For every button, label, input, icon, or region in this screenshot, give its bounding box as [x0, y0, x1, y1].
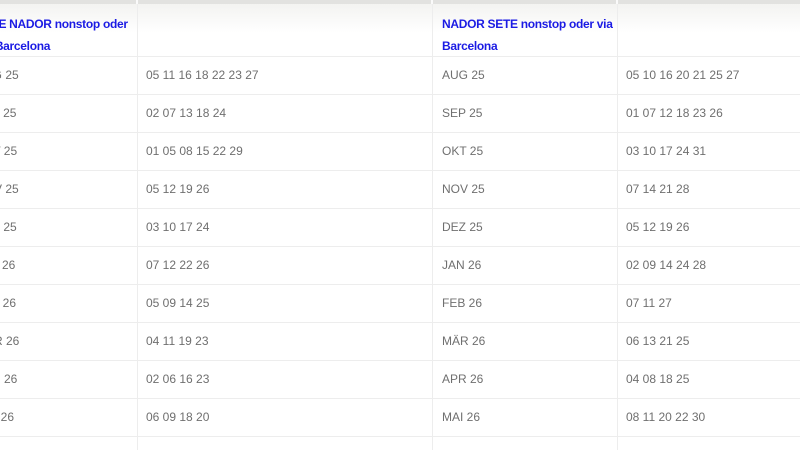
month-cell: SEP 25 [0, 95, 138, 132]
dates-cell: 02 06 16 23 [138, 361, 433, 398]
schedule-row: OKT 2501 05 08 15 22 29OKT 2503 10 17 24… [0, 133, 800, 171]
schedule-row: SEP 2502 07 13 18 24SEP 2501 07 12 18 23… [0, 95, 800, 133]
empty-cell [618, 437, 800, 450]
empty-header-cell [618, 4, 800, 56]
month-cell: MAI 26 [433, 399, 618, 436]
dates-cell: 01 05 08 15 22 29 [138, 133, 433, 170]
schedule-row: NOV 2505 12 19 26NOV 2507 14 21 28 [0, 171, 800, 209]
dates-cell: 06 09 18 20 [138, 399, 433, 436]
empty-cell [0, 437, 138, 450]
month-cell: JAN 26 [0, 247, 138, 284]
dates-cell: 08 11 20 22 30 [618, 399, 800, 436]
dates-cell: 05 10 16 20 21 25 27 [618, 57, 800, 94]
dates-cell: 04 08 18 25 [618, 361, 800, 398]
month-cell: SEP 25 [433, 95, 618, 132]
schedule-row: MÄR 2604 11 19 23MÄR 2606 13 21 25 [0, 323, 800, 361]
schedule-row: AUG 2505 11 16 18 22 23 27AUG 2505 10 16… [0, 57, 800, 95]
month-cell: DEZ 25 [433, 209, 618, 246]
dates-cell: 06 13 21 25 [618, 323, 800, 360]
month-cell: FEB 26 [433, 285, 618, 322]
month-cell: MÄR 26 [433, 323, 618, 360]
table-header-row: SETE NADOR nonstop oder via Barcelona NA… [0, 4, 800, 57]
schedule-row: FEB 2605 09 14 25FEB 2607 11 27 [0, 285, 800, 323]
schedule-row: APR 2602 06 16 23APR 2604 08 18 25 [0, 361, 800, 399]
dates-cell: 01 07 12 18 23 26 [618, 95, 800, 132]
route-title-nador-sete[interactable]: NADOR SETE nonstop oder via Barcelona [433, 4, 618, 56]
empty-cell [138, 437, 433, 450]
dates-cell: 07 14 21 28 [618, 171, 800, 208]
dates-cell: 07 11 27 [618, 285, 800, 322]
dates-cell: 02 07 13 18 24 [138, 95, 433, 132]
dates-cell: 07 12 22 26 [138, 247, 433, 284]
month-cell: NOV 25 [0, 171, 138, 208]
month-cell: OKT 25 [433, 133, 618, 170]
month-cell: OKT 25 [0, 133, 138, 170]
month-cell: DEZ 25 [0, 209, 138, 246]
schedule-rows: AUG 2505 11 16 18 22 23 27AUG 2505 10 16… [0, 57, 800, 437]
month-cell: APR 26 [0, 361, 138, 398]
month-cell: APR 26 [433, 361, 618, 398]
route-title-sete-nador[interactable]: SETE NADOR nonstop oder via Barcelona [0, 4, 138, 56]
dates-cell: 05 11 16 18 22 23 27 [138, 57, 433, 94]
month-cell: JAN 26 [433, 247, 618, 284]
dates-cell: 02 09 14 24 28 [618, 247, 800, 284]
month-cell: FEB 26 [0, 285, 138, 322]
month-cell: MAI 26 [0, 399, 138, 436]
schedule-row: JAN 2607 12 22 26JAN 2602 09 14 24 28 [0, 247, 800, 285]
month-cell: MÄR 26 [0, 323, 138, 360]
month-cell: NOV 25 [433, 171, 618, 208]
dates-cell: 05 12 19 26 [618, 209, 800, 246]
clipped-bottom-row [0, 437, 800, 450]
empty-header-cell [138, 4, 433, 56]
dates-cell: 04 11 19 23 [138, 323, 433, 360]
month-cell: AUG 25 [0, 57, 138, 94]
empty-cell [433, 437, 618, 450]
dates-cell: 05 09 14 25 [138, 285, 433, 322]
dates-cell: 03 10 17 24 [138, 209, 433, 246]
page: SETE NADOR nonstop oder via Barcelona NA… [0, 0, 800, 450]
dates-cell: 05 12 19 26 [138, 171, 433, 208]
schedule-row: MAI 2606 09 18 20MAI 2608 11 20 22 30 [0, 399, 800, 437]
schedule-row: DEZ 2503 10 17 24DEZ 2505 12 19 26 [0, 209, 800, 247]
dates-cell: 03 10 17 24 31 [618, 133, 800, 170]
ferry-schedule-table: SETE NADOR nonstop oder via Barcelona NA… [0, 0, 800, 450]
month-cell: AUG 25 [433, 57, 618, 94]
